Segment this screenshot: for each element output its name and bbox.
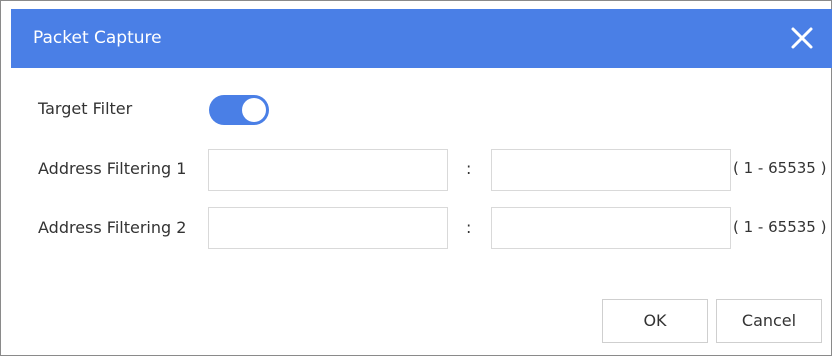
cancel-button[interactable]: Cancel [716, 299, 822, 343]
dialog-title: Packet Capture [33, 28, 162, 48]
dialog-titlebar: Packet Capture [11, 9, 832, 68]
packet-capture-dialog: Packet Capture Target Filter Address Fil… [0, 0, 832, 356]
target-filter-toggle[interactable] [209, 95, 269, 125]
target-filter-label: Target Filter [38, 99, 133, 118]
ok-button[interactable]: OK [602, 299, 708, 343]
address-filtering-2-label: Address Filtering 2 [38, 218, 187, 237]
close-icon [791, 27, 813, 49]
address-filtering-1-port-range: ( 1 - 65535 ) [733, 159, 827, 177]
address-filtering-2-separator: : [466, 218, 472, 237]
address-filtering-1-ip-input[interactable] [208, 149, 448, 191]
address-filtering-1-separator: : [466, 159, 472, 178]
address-filtering-2-ip-input[interactable] [208, 207, 448, 249]
address-filtering-2-port-input[interactable] [491, 207, 731, 249]
address-filtering-1-label: Address Filtering 1 [38, 159, 187, 178]
toggle-knob [242, 98, 266, 122]
close-button[interactable] [785, 21, 819, 55]
address-filtering-2-port-range: ( 1 - 65535 ) [733, 218, 827, 236]
address-filtering-1-port-input[interactable] [491, 149, 731, 191]
